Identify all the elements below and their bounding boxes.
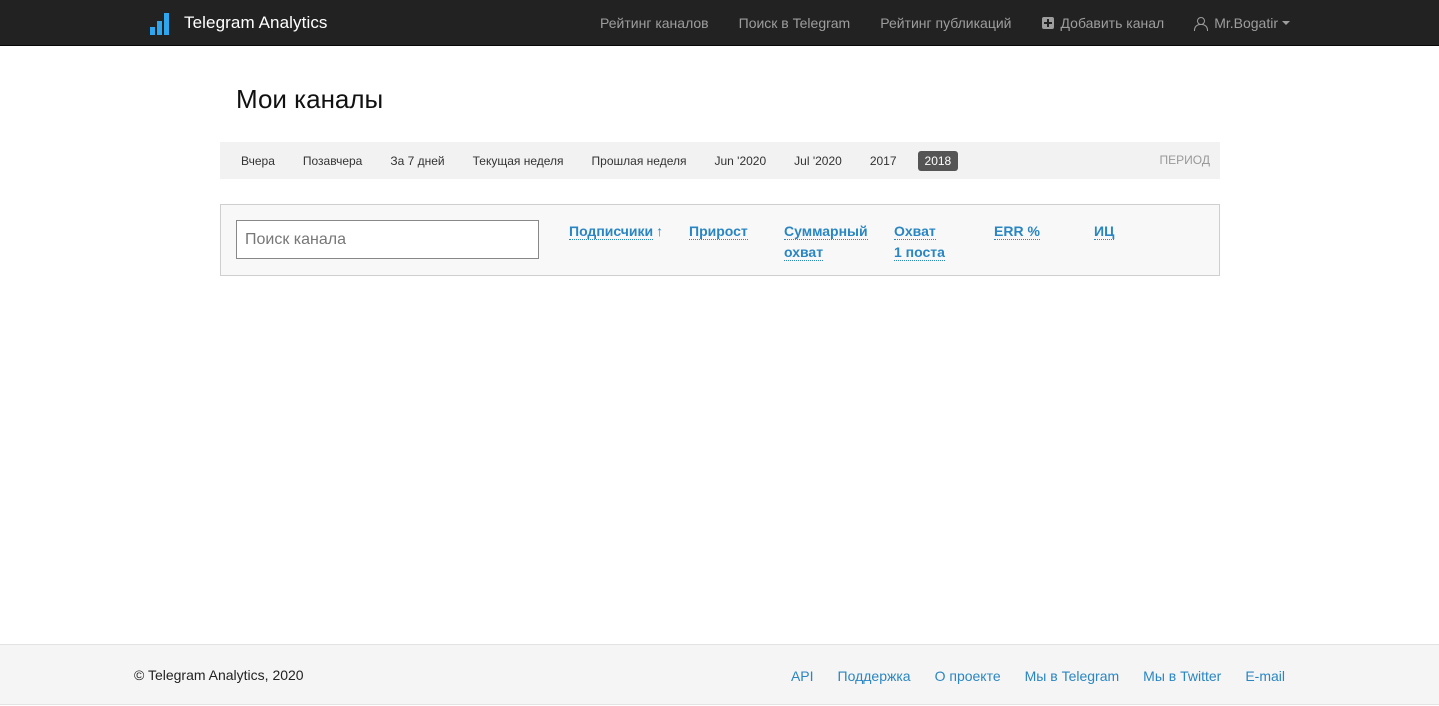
period-last-7-days[interactable]: За 7 дней [383, 151, 451, 171]
copyright: © Telegram Analytics, 2020 [134, 667, 304, 683]
period-2018[interactable]: 2018 [917, 150, 959, 171]
footer-link-email[interactable]: E-mail [1245, 668, 1285, 684]
nav-channel-rating[interactable]: Рейтинг каналов [600, 15, 709, 31]
nav-user-menu[interactable]: Mr.Bogatir [1194, 15, 1290, 31]
sort-subscribers[interactable]: Подписчики ↑ [569, 221, 663, 242]
plus-square-icon [1041, 17, 1054, 29]
period-current-week[interactable]: Текущая неделя [466, 151, 571, 171]
filter-panel: Подписчики↑ Прирост Суммарный охват Охва… [220, 204, 1220, 276]
period-jul-2020[interactable]: Jul '2020 [787, 151, 849, 171]
brand-link[interactable]: Telegram Analytics [150, 0, 328, 46]
sort-total-reach[interactable]: Суммарный охват [784, 221, 868, 263]
footer-link-about[interactable]: О проекте [935, 668, 1001, 684]
footer-links: API Поддержка О проекте Мы в Telegram Мы… [767, 645, 1285, 706]
footer-link-api[interactable]: API [791, 668, 814, 684]
sort-growth[interactable]: Прирост [689, 221, 748, 242]
brand-name: Telegram Analytics [184, 13, 328, 32]
period-label: ПЕРИОД [1159, 153, 1210, 167]
period-day-before-yesterday[interactable]: Позавчера [296, 151, 369, 171]
nav-telegram-search[interactable]: Поиск в Telegram [739, 15, 851, 31]
user-icon [1194, 16, 1209, 31]
bar-chart-logo-icon [150, 11, 169, 35]
footer-link-support[interactable]: Поддержка [838, 668, 911, 684]
caret-down-icon [1282, 21, 1290, 25]
main-nav: Рейтинг каналов Поиск в Telegram Рейтинг… [600, 0, 1290, 46]
period-jun-2020[interactable]: Jun '2020 [707, 151, 773, 171]
username: Mr.Bogatir [1214, 15, 1278, 31]
top-navbar: Telegram Analytics Рейтинг каналов Поиск… [0, 0, 1439, 46]
sort-err[interactable]: ERR % [994, 221, 1040, 242]
nav-publication-rating[interactable]: Рейтинг публикаций [880, 15, 1011, 31]
channel-search-input[interactable] [236, 220, 539, 259]
footer: © Telegram Analytics, 2020 API Поддержка… [0, 644, 1439, 705]
sort-post-reach[interactable]: Охват 1 поста [894, 221, 945, 263]
period-bar: Вчера Позавчера За 7 дней Текущая неделя… [220, 142, 1220, 179]
period-2017[interactable]: 2017 [863, 151, 904, 171]
period-yesterday[interactable]: Вчера [234, 151, 282, 171]
arrow-up-icon: ↑ [656, 223, 664, 239]
period-last-week[interactable]: Прошлая неделя [585, 151, 694, 171]
footer-link-telegram[interactable]: Мы в Telegram [1025, 668, 1120, 684]
nav-add-channel[interactable]: Добавить канал [1041, 15, 1164, 31]
sort-citation-index[interactable]: ИЦ [1094, 221, 1115, 242]
period-list: Вчера Позавчера За 7 дней Текущая неделя… [234, 142, 972, 179]
footer-link-twitter[interactable]: Мы в Twitter [1143, 668, 1221, 684]
page-title: Мои каналы [236, 84, 384, 114]
